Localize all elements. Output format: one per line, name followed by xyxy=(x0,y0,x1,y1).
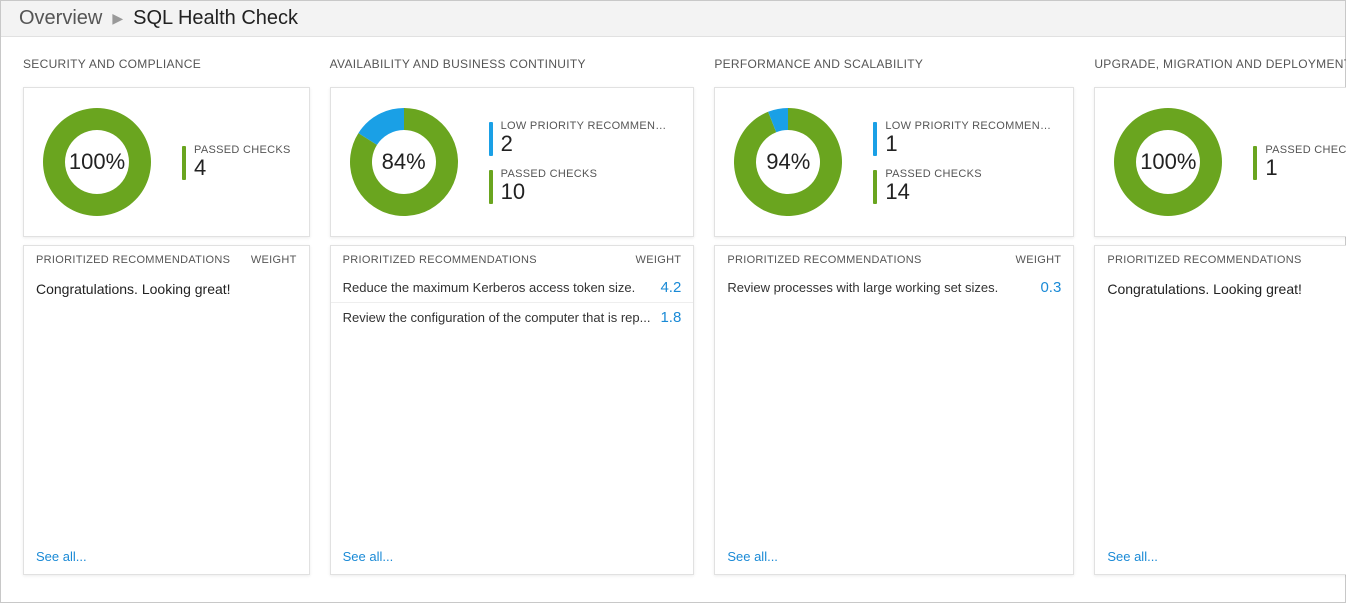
passed-checks-value: 4 xyxy=(194,156,291,180)
congrats-message: Congratulations. Looking great! xyxy=(24,273,309,305)
recommendation-row[interactable]: Reduce the maximum Kerberos access token… xyxy=(331,273,694,303)
stats: PASSED CHECKS 4 xyxy=(182,144,291,180)
low-priority-stat: LOW PRIORITY RECOMMENDATIO... 1 xyxy=(873,120,1055,156)
prioritized-header-label: PRIORITIZED RECOMMENDATIONS xyxy=(343,254,537,266)
see-all-link[interactable]: See all... xyxy=(715,541,1073,574)
see-all-link[interactable]: See all... xyxy=(1095,541,1346,574)
recommendations-tile: PRIORITIZED RECOMMENDATIONS WEIGHT Review… xyxy=(714,245,1074,575)
summary-tile[interactable]: 100% PASSED CHECKS 1 xyxy=(1094,87,1346,237)
breadcrumb-root[interactable]: Overview xyxy=(19,7,102,30)
summary-tile[interactable]: 94% LOW PRIORITY RECOMMENDATIO... 1 PASS… xyxy=(714,87,1074,237)
recommendations-list: Congratulations. Looking great! xyxy=(1095,273,1346,541)
weight-header-label: WEIGHT xyxy=(1016,254,1062,266)
stats: LOW PRIORITY RECOMMENDATIO... 1 PASSED C… xyxy=(873,120,1055,204)
section-title: UPGRADE, MIGRATION AND DEPLOYMENT xyxy=(1094,57,1346,71)
passed-checks-value: 1 xyxy=(1265,156,1346,180)
stat-bar-icon xyxy=(1253,146,1257,180)
recommendation-text: Review the configuration of the computer… xyxy=(343,310,651,325)
stat-bar-icon xyxy=(489,122,493,156)
congrats-message: Congratulations. Looking great! xyxy=(1095,273,1346,305)
stat-bar-icon xyxy=(182,146,186,180)
donut-chart-icon: 100% xyxy=(1113,107,1223,217)
passed-checks-value: 10 xyxy=(501,180,598,204)
donut-chart-icon: 94% xyxy=(733,107,843,217)
passed-checks-value: 14 xyxy=(885,180,982,204)
prioritized-header-label: PRIORITIZED RECOMMENDATIONS xyxy=(1107,254,1301,266)
donut-percent: 94% xyxy=(733,107,843,217)
recommendation-row[interactable]: Review processes with large working set … xyxy=(715,273,1073,302)
donut-percent: 84% xyxy=(349,107,459,217)
recommendations-header: PRIORITIZED RECOMMENDATIONS WEIGHT xyxy=(331,246,694,273)
donut-chart-icon: 84% xyxy=(349,107,459,217)
low-priority-stat: LOW PRIORITY RECOMMENDATIO... 2 xyxy=(489,120,671,156)
stat-bar-icon xyxy=(873,122,877,156)
recommendations-tile: PRIORITIZED RECOMMENDATIONS WEIGHT Reduce… xyxy=(330,245,695,575)
passed-checks-stat: PASSED CHECKS 14 xyxy=(873,168,1055,204)
see-all-link[interactable]: See all... xyxy=(24,541,309,574)
chevron-right-icon: ▶ xyxy=(112,10,123,27)
recommendations-header: PRIORITIZED RECOMMENDATIONS WEIGHT xyxy=(24,246,309,273)
weight-header-label: WEIGHT xyxy=(636,254,682,266)
app-frame: Overview ▶ SQL Health Check SECURITY AND… xyxy=(0,0,1346,603)
weight-header-label: WEIGHT xyxy=(251,254,297,266)
recommendations-header: PRIORITIZED RECOMMENDATIONS xyxy=(1095,246,1346,273)
card-0: SECURITY AND COMPLIANCE 100% PASSED CHECK… xyxy=(23,57,310,575)
recommendations-tile: PRIORITIZED RECOMMENDATIONS Congratulatio… xyxy=(1094,245,1346,575)
recommendation-row[interactable]: Review the configuration of the computer… xyxy=(331,303,694,332)
recommendations-list: Congratulations. Looking great! xyxy=(24,273,309,541)
section-title: AVAILABILITY AND BUSINESS CONTINUITY xyxy=(330,57,695,71)
card-2: PERFORMANCE AND SCALABILITY 94% LOW PRIOR… xyxy=(714,57,1074,575)
recommendations-tile: PRIORITIZED RECOMMENDATIONS WEIGHT Congrat… xyxy=(23,245,310,575)
donut-percent: 100% xyxy=(1113,107,1223,217)
recommendation-weight: 4.2 xyxy=(660,279,681,296)
section-title: PERFORMANCE AND SCALABILITY xyxy=(714,57,1074,71)
donut-chart-icon: 100% xyxy=(42,107,152,217)
low-priority-value: 2 xyxy=(501,132,671,156)
recommendations-list: Review processes with large working set … xyxy=(715,273,1073,541)
section-title: SECURITY AND COMPLIANCE xyxy=(23,57,310,71)
breadcrumb-current: SQL Health Check xyxy=(133,7,298,30)
low-priority-label: LOW PRIORITY RECOMMENDATIO... xyxy=(501,120,671,132)
see-all-link[interactable]: See all... xyxy=(331,541,694,574)
passed-checks-stat: PASSED CHECKS 1 xyxy=(1253,144,1346,180)
card-3: UPGRADE, MIGRATION AND DEPLOYMENT 100% PA… xyxy=(1094,57,1346,575)
low-priority-value: 1 xyxy=(885,132,1055,156)
dashboard-cards: SECURITY AND COMPLIANCE 100% PASSED CHECK… xyxy=(1,37,1345,585)
passed-checks-stat: PASSED CHECKS 4 xyxy=(182,144,291,180)
summary-tile[interactable]: 100% PASSED CHECKS 4 xyxy=(23,87,310,237)
donut-percent: 100% xyxy=(42,107,152,217)
recommendation-text: Reduce the maximum Kerberos access token… xyxy=(343,280,636,295)
stat-bar-icon xyxy=(873,170,877,204)
passed-checks-stat: PASSED CHECKS 10 xyxy=(489,168,671,204)
stats: PASSED CHECKS 1 xyxy=(1253,144,1346,180)
recommendation-weight: 1.8 xyxy=(660,309,681,326)
low-priority-label: LOW PRIORITY RECOMMENDATIO... xyxy=(885,120,1055,132)
passed-checks-label: PASSED CHECKS xyxy=(194,144,291,156)
prioritized-header-label: PRIORITIZED RECOMMENDATIONS xyxy=(727,254,921,266)
prioritized-header-label: PRIORITIZED RECOMMENDATIONS xyxy=(36,254,230,266)
recommendations-list: Reduce the maximum Kerberos access token… xyxy=(331,273,694,541)
summary-tile[interactable]: 84% LOW PRIORITY RECOMMENDATIO... 2 PASS… xyxy=(330,87,695,237)
stats: LOW PRIORITY RECOMMENDATIO... 2 PASSED C… xyxy=(489,120,671,204)
card-1: AVAILABILITY AND BUSINESS CONTINUITY 84% … xyxy=(330,57,695,575)
stat-bar-icon xyxy=(489,170,493,204)
recommendations-header: PRIORITIZED RECOMMENDATIONS WEIGHT xyxy=(715,246,1073,273)
breadcrumb: Overview ▶ SQL Health Check xyxy=(1,1,1345,37)
recommendation-text: Review processes with large working set … xyxy=(727,280,998,295)
recommendation-weight: 0.3 xyxy=(1040,279,1061,296)
